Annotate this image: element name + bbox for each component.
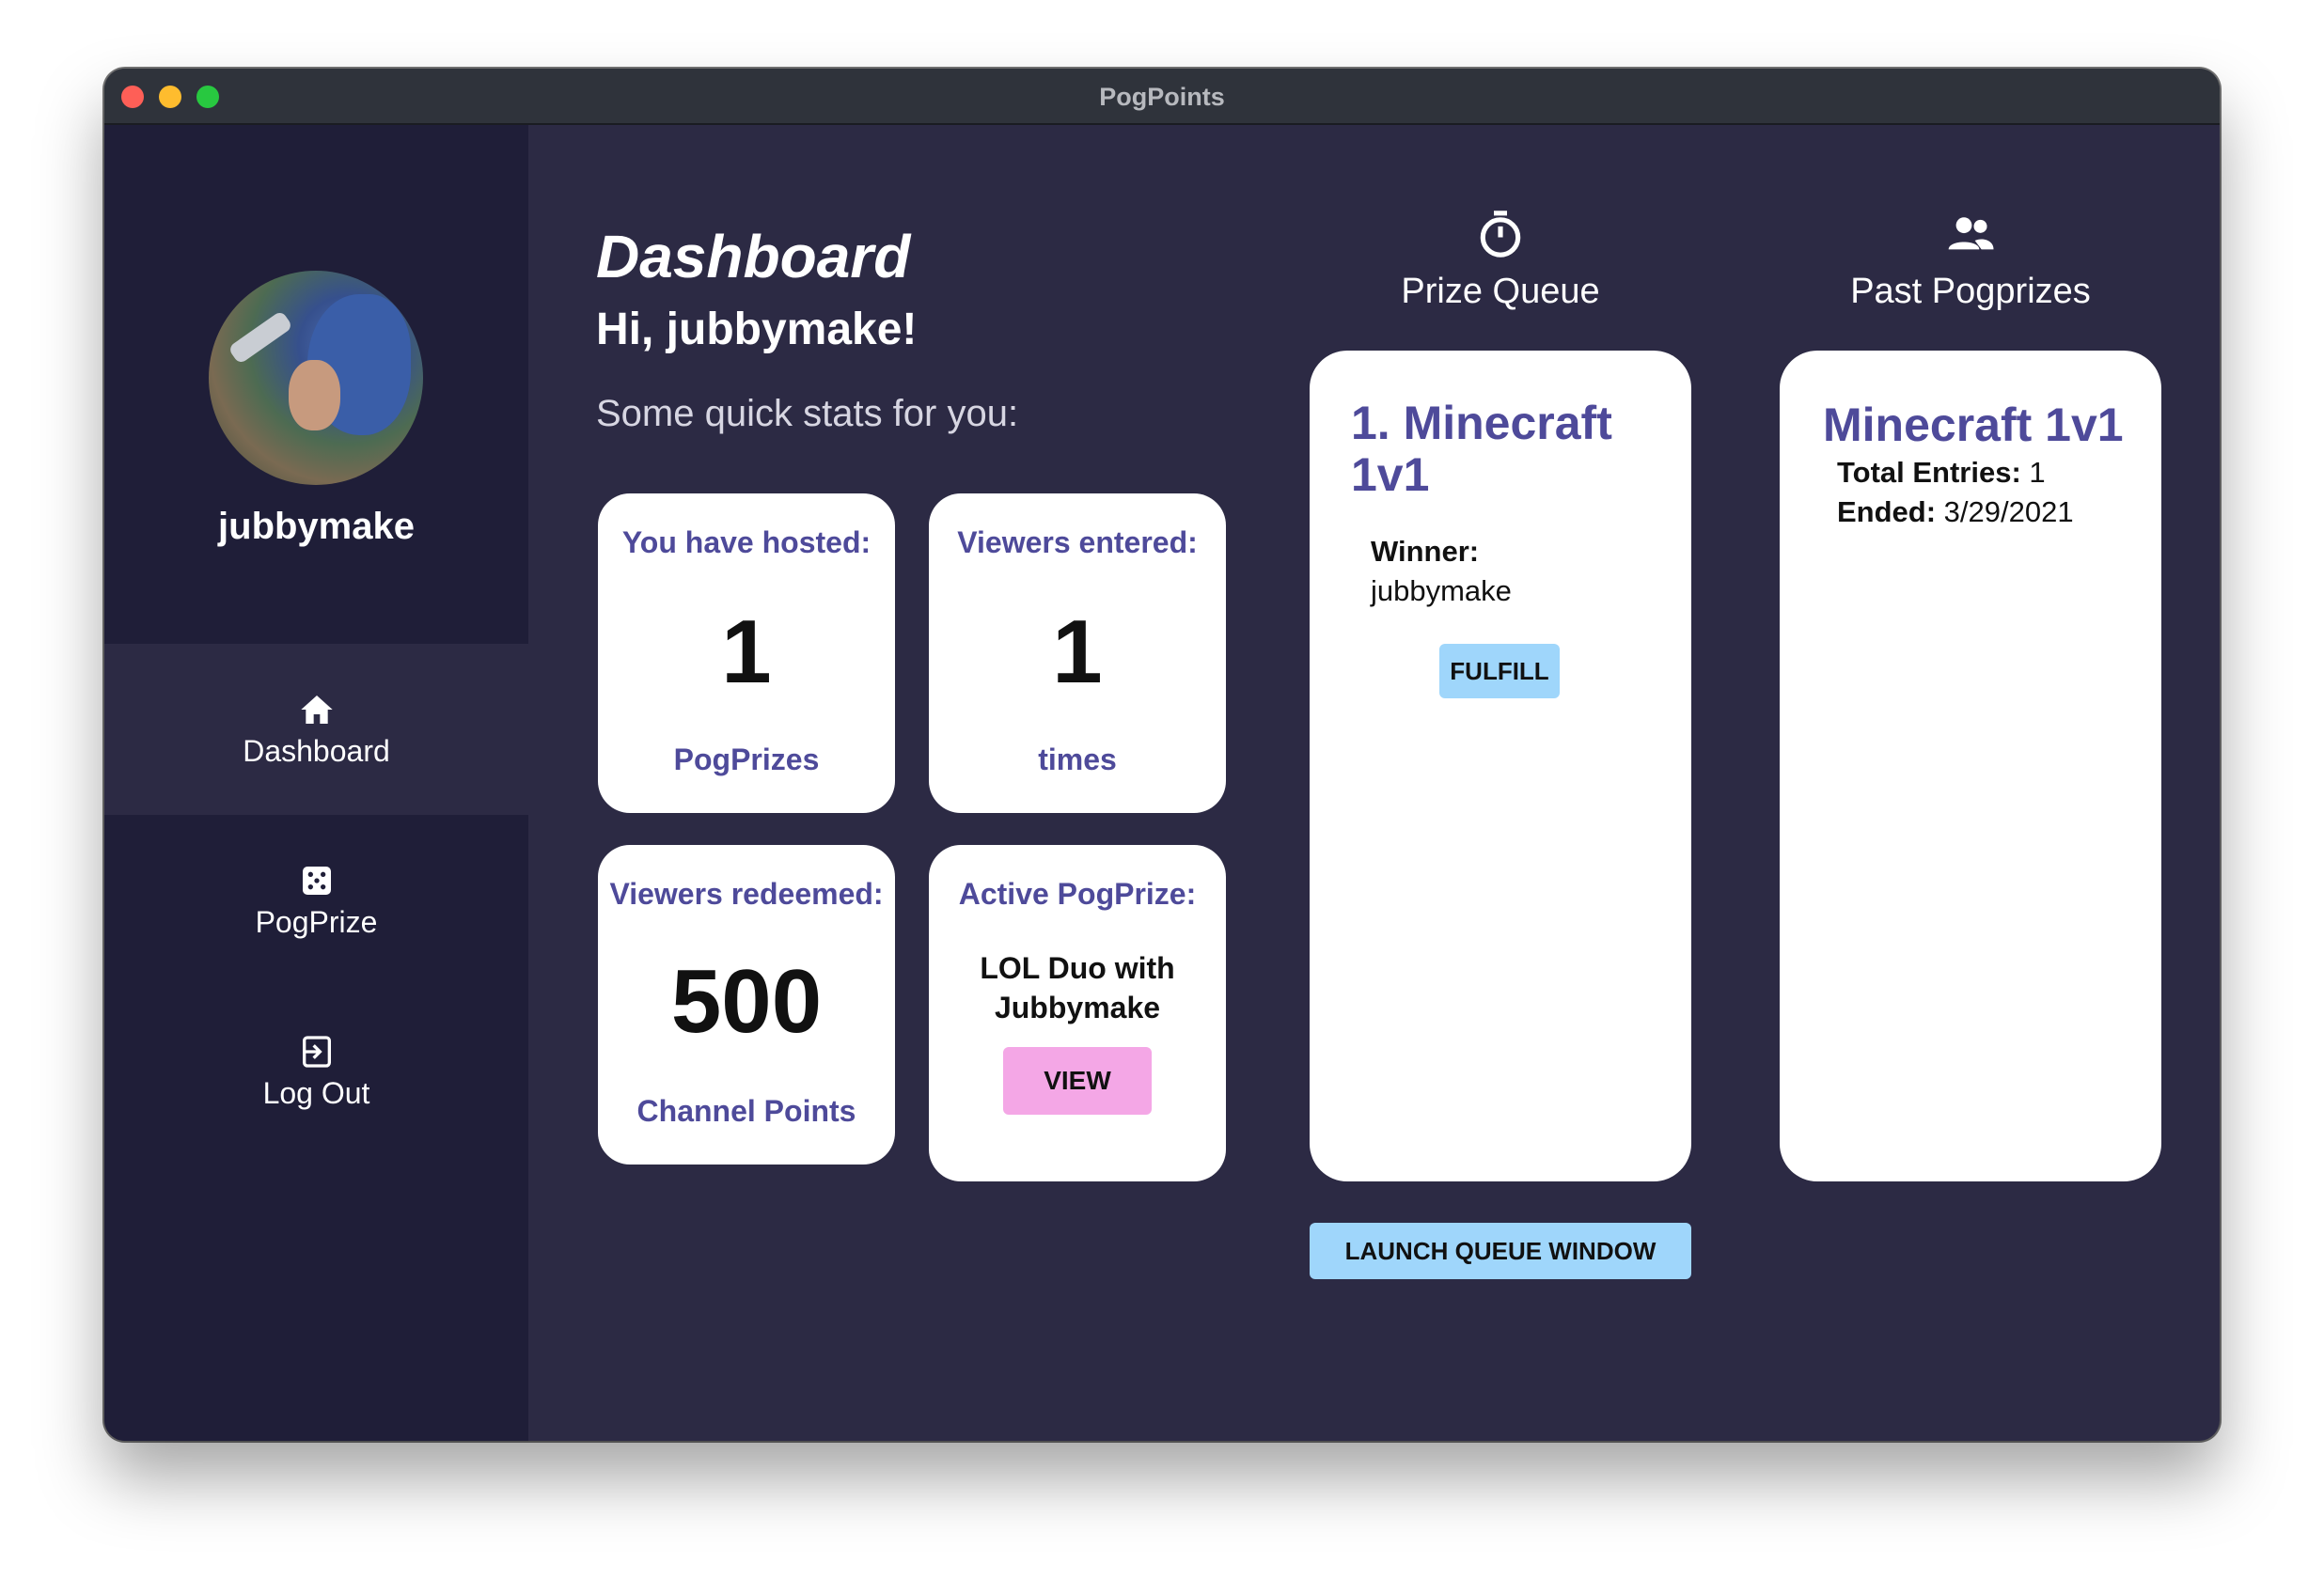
home-icon — [300, 696, 333, 724]
stat-card-hosted: You have hosted: 1 PogPrizes — [598, 493, 895, 813]
prize-queue-heading: Prize Queue — [1310, 208, 1691, 312]
sidebar-item-label: Log Out — [262, 1076, 370, 1110]
stats-subtitle: Some quick stats for you: — [596, 393, 1019, 434]
queue-item-title: 1. Minecraft 1v1 — [1351, 397, 1612, 501]
winner-label: Winner: — [1371, 535, 1480, 568]
ended-label: Ended: — [1837, 495, 1937, 528]
app-window: PogPoints jubbymake Dashboard PogPrize L… — [104, 69, 2220, 1441]
sidebar-item-label: Dashboard — [243, 734, 390, 768]
active-prize-name: LOL Duo with Jubbymake — [980, 951, 1175, 1024]
ended-value: 3/29/2021 — [1936, 495, 2074, 528]
past-pogprizes-label: Past Pogprizes — [1850, 272, 2091, 311]
avatar — [209, 271, 423, 485]
past-pogprizes-heading: Past Pogprizes — [1780, 208, 2161, 312]
sidebar-item-label: PogPrize — [255, 905, 378, 939]
stat-card-entered: Viewers entered: 1 times — [929, 493, 1226, 813]
stat-value: 1 — [721, 602, 772, 702]
past-item-title: Minecraft 1v1 — [1823, 399, 2124, 451]
stat-title: Active PogPrize: — [958, 877, 1197, 911]
window-title: PogPoints — [1099, 83, 1225, 111]
stat-card-active-prize: Active PogPrize: LOL Duo with Jubbymake … — [929, 845, 1226, 1181]
stat-value: 1 — [1052, 602, 1103, 702]
stat-title: Viewers redeemed: — [609, 877, 884, 911]
sidebar-item-logout[interactable]: Log Out — [104, 986, 528, 1157]
view-button[interactable]: VIEW — [1003, 1047, 1152, 1115]
fulfill-button[interactable]: FULFILL — [1439, 644, 1560, 698]
greeting: Hi, jubbymake! — [596, 305, 918, 354]
stat-card-redeemed: Viewers redeemed: 500 Channel Points — [598, 845, 895, 1165]
logout-icon — [302, 1036, 331, 1068]
entries-value: 1 — [2020, 456, 2046, 489]
users-icon — [1948, 217, 1994, 250]
entries-label: Total Entries: — [1837, 456, 2021, 489]
past-pogprizes-card: Minecraft 1v1 Total Entries: 1 Ended: 3/… — [1780, 351, 2161, 1181]
dice-icon — [302, 867, 331, 895]
past-entries-row: Total Entries: 1 — [1837, 456, 2046, 490]
past-ended-row: Ended: 3/29/2021 — [1837, 495, 2074, 529]
stat-unit: Channel Points — [636, 1094, 856, 1128]
prize-queue-label: Prize Queue — [1401, 272, 1600, 311]
sidebar: jubbymake Dashboard PogPrize Log Out — [104, 125, 528, 1441]
stat-unit: PogPrizes — [673, 743, 820, 776]
title-bar: PogPoints — [104, 69, 2220, 125]
prize-queue-card: 1. Minecraft 1v1 Winner: jubbymake FULFI… — [1310, 351, 1691, 1181]
stat-title: Viewers entered: — [957, 525, 1198, 559]
sidebar-item-pogprize[interactable]: PogPrize — [104, 815, 528, 986]
stopwatch-icon — [1480, 211, 1521, 258]
winner-value: jubbymake — [1371, 574, 1512, 607]
stat-value: 500 — [670, 951, 823, 1052]
sidebar-item-dashboard[interactable]: Dashboard — [104, 644, 528, 815]
sidebar-username: jubbymake — [218, 506, 415, 547]
launch-queue-window-button[interactable]: LAUNCH QUEUE WINDOW — [1310, 1223, 1691, 1279]
stat-unit: times — [1038, 743, 1117, 776]
page-title: Dashboard — [596, 223, 911, 290]
stat-title: You have hosted: — [621, 525, 872, 559]
